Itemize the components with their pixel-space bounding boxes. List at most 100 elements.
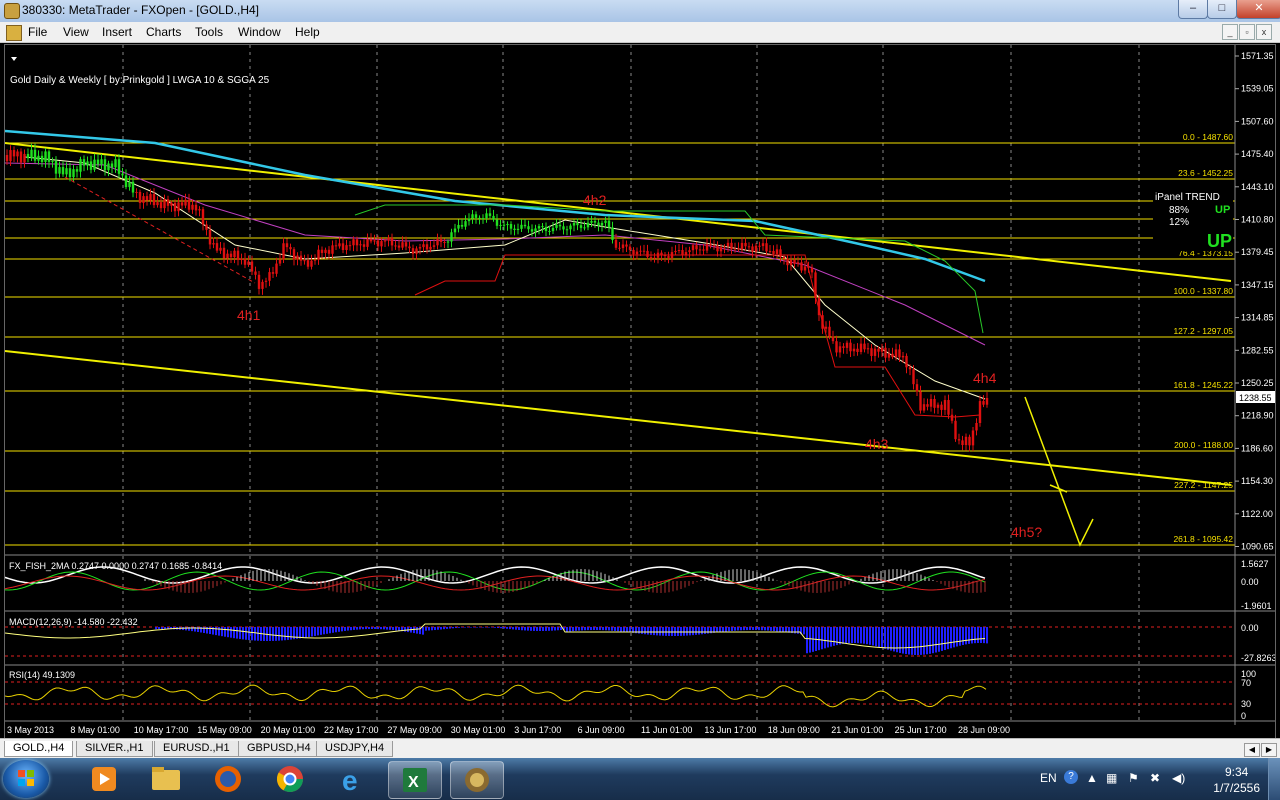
maximize-button[interactable]: □ bbox=[1207, 0, 1237, 19]
macd-bar-257 bbox=[926, 627, 928, 655]
candle-body-115 bbox=[408, 246, 411, 249]
macd-bar-237 bbox=[866, 627, 868, 645]
start-button[interactable] bbox=[3, 760, 49, 798]
menu-help[interactable]: Help bbox=[295, 25, 320, 39]
system-clock[interactable]: 9:34 1/7/2556 bbox=[1213, 764, 1260, 796]
action-center-icon[interactable]: ⚑ bbox=[1128, 771, 1139, 785]
internet-explorer-icon[interactable]: e bbox=[326, 761, 378, 797]
candle-body-261 bbox=[919, 391, 922, 411]
macd-bar-271 bbox=[968, 627, 970, 644]
candle-body-195 bbox=[688, 250, 691, 253]
candle-body-255 bbox=[898, 349, 901, 358]
menu-file[interactable]: File bbox=[28, 25, 47, 39]
macd-bar-132 bbox=[551, 627, 553, 631]
time-label-7: 30 May 01:00 bbox=[451, 725, 506, 735]
candle-body-89 bbox=[317, 249, 320, 260]
tab-usdjpy-h4[interactable]: USDJPY,H4 bbox=[316, 741, 394, 757]
tab-gbpusd-h4[interactable]: GBPUSD,H4 bbox=[238, 741, 320, 757]
macd-bar-25 bbox=[230, 627, 232, 638]
macd-bar-167 bbox=[656, 627, 658, 636]
metatrader-app-icon[interactable] bbox=[4, 3, 20, 19]
tab-scroll-left-icon[interactable]: ◀ bbox=[1244, 743, 1260, 757]
menu-tools[interactable]: Tools bbox=[195, 25, 223, 39]
macd-bar-53 bbox=[314, 627, 316, 636]
macd-bar-67 bbox=[356, 627, 358, 630]
macd-bar-190 bbox=[725, 627, 727, 632]
tab-eurusd-h1[interactable]: EURUSD.,H1 bbox=[154, 741, 239, 757]
candle-body-82 bbox=[292, 249, 296, 260]
macd-bar-175 bbox=[680, 627, 682, 636]
candle-body-243 bbox=[856, 348, 859, 352]
macd-bar-208 bbox=[779, 627, 781, 632]
excel-icon[interactable]: X bbox=[388, 761, 442, 799]
chart-window-icon[interactable] bbox=[6, 25, 22, 41]
file-explorer-icon[interactable] bbox=[140, 761, 192, 797]
menu-charts[interactable]: Charts bbox=[146, 25, 181, 39]
network-icon[interactable]: ▦ bbox=[1106, 771, 1117, 785]
tab-scroll-right-icon[interactable]: ▶ bbox=[1261, 743, 1277, 757]
macd-bar-230 bbox=[845, 627, 847, 644]
macd-bar-112 bbox=[491, 627, 493, 628]
candle-body-119 bbox=[422, 244, 425, 248]
metatrader-taskbar-icon[interactable] bbox=[450, 761, 504, 799]
tab-silver-h1[interactable]: SILVER.,H1 bbox=[76, 741, 153, 757]
fib-label-7: 127.2 - 1297.05 bbox=[1173, 326, 1233, 336]
macd-bar-153 bbox=[614, 627, 616, 631]
candle-body-5 bbox=[23, 153, 26, 163]
error-icon[interactable]: ✖ bbox=[1150, 771, 1160, 785]
candle-body-234 bbox=[824, 326, 828, 329]
lower-trend-line[interactable] bbox=[4, 350, 1232, 486]
candle-body-236 bbox=[831, 336, 835, 342]
macd-bar-176 bbox=[683, 627, 685, 636]
chart-window[interactable]: 0.0 - 1487.6023.6 - 1452.2538.2 - 1430.5… bbox=[4, 44, 1277, 740]
price-chart[interactable]: 0.0 - 1487.6023.6 - 1452.2538.2 - 1430.5… bbox=[4, 45, 1277, 739]
macd-indicator-pane[interactable]: MACD(12,26,9) -14.580 -22.432 0.00 -27.8… bbox=[4, 617, 1277, 663]
volume-icon[interactable]: ◀) bbox=[1172, 771, 1185, 785]
tray-expand-icon[interactable]: ▲ bbox=[1086, 771, 1098, 785]
candle-body-214 bbox=[754, 245, 758, 252]
tab-gold-h4[interactable]: GOLD.,H4 bbox=[4, 741, 74, 757]
mdi-restore-button[interactable]: ▫ bbox=[1239, 24, 1255, 40]
help-icon[interactable]: ? bbox=[1064, 770, 1078, 784]
candle-body-69 bbox=[247, 261, 250, 265]
candle-body-175 bbox=[618, 247, 621, 249]
language-indicator[interactable]: EN bbox=[1040, 771, 1057, 785]
macd-bar-54 bbox=[317, 627, 319, 636]
menu-insert[interactable]: Insert bbox=[102, 25, 132, 39]
menu-view[interactable]: View bbox=[63, 25, 89, 39]
candle-body-15 bbox=[58, 167, 61, 174]
macd-bar-218 bbox=[809, 627, 811, 653]
macd-bar-174 bbox=[677, 627, 679, 636]
candle-body-30 bbox=[110, 163, 114, 168]
macd-bar-216 bbox=[803, 627, 805, 635]
macd-bar-129 bbox=[542, 627, 544, 631]
macd-bar-241 bbox=[878, 627, 880, 648]
candle-body-254 bbox=[894, 349, 898, 358]
candle-body-133 bbox=[471, 214, 474, 219]
candle-body-18 bbox=[68, 168, 72, 178]
macd-bar-157 bbox=[626, 627, 628, 633]
macd-bar-156 bbox=[623, 627, 625, 632]
candle-body-191 bbox=[674, 250, 677, 253]
menu-window[interactable]: Window bbox=[238, 25, 281, 39]
chart-dropdown-icon[interactable] bbox=[11, 57, 17, 61]
fisher-indicator-pane[interactable]: FX_FISH_2MA 0.2747 0.0000 0.2747 0.1685 … bbox=[4, 559, 1272, 611]
macd-bar-113 bbox=[494, 627, 496, 628]
chrome-icon[interactable] bbox=[264, 761, 316, 797]
candle-body-110 bbox=[390, 237, 394, 246]
candle-body-77 bbox=[275, 263, 278, 274]
mdi-minimize-button[interactable]: _ bbox=[1222, 24, 1238, 40]
firefox-icon[interactable] bbox=[202, 761, 254, 797]
media-player-icon[interactable] bbox=[78, 761, 130, 797]
candle-body-146 bbox=[516, 228, 520, 230]
macd-bar-268 bbox=[959, 627, 961, 646]
minimize-button[interactable]: – bbox=[1178, 0, 1208, 19]
close-button[interactable]: ✕ bbox=[1236, 0, 1280, 19]
show-desktop-button[interactable] bbox=[1268, 758, 1280, 800]
candle-body-139 bbox=[492, 215, 495, 220]
macd-bar-31 bbox=[248, 627, 250, 641]
mdi-close-button[interactable]: x bbox=[1256, 24, 1272, 40]
candle-body-209 bbox=[737, 248, 740, 250]
price-label-15: 1090.65 bbox=[1241, 542, 1274, 552]
macd-bar-228 bbox=[839, 627, 841, 645]
